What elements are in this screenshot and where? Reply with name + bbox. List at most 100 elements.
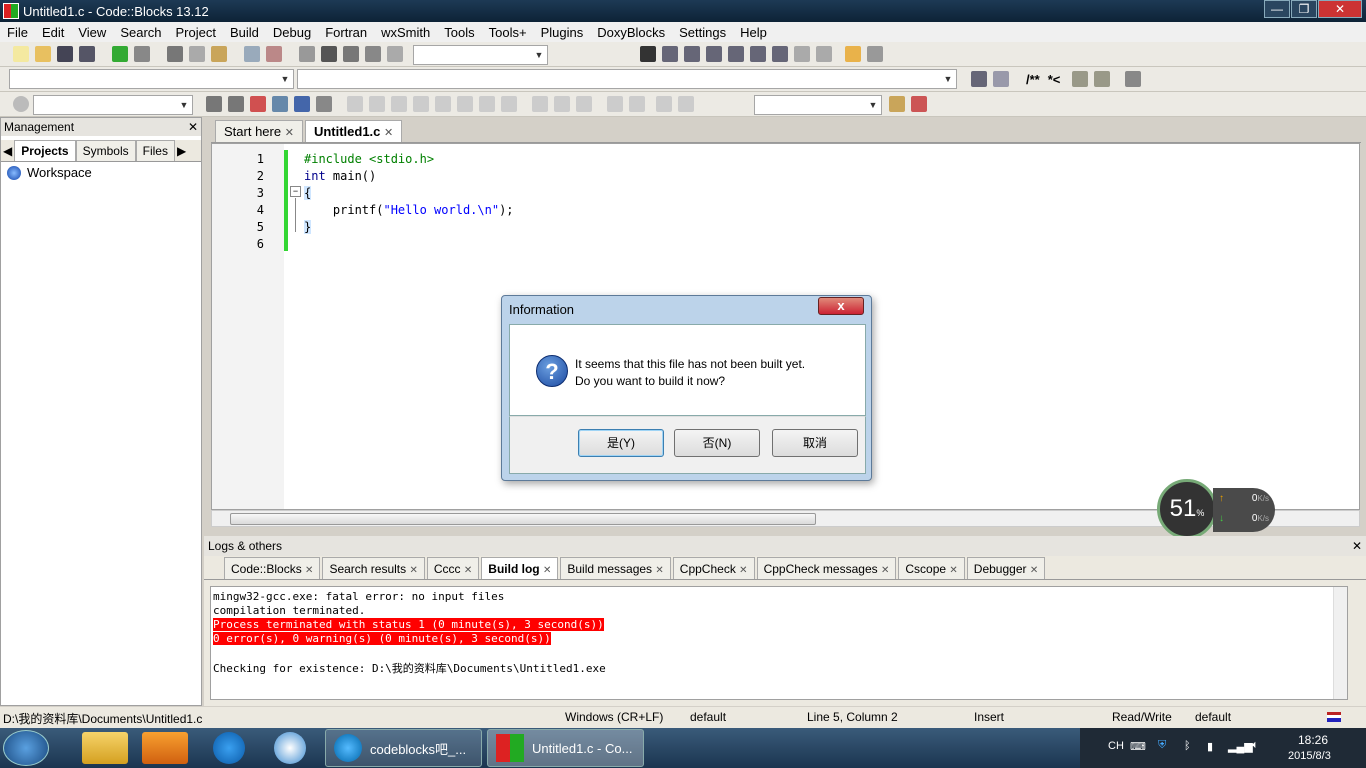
symbol-s-icon[interactable] bbox=[656, 96, 672, 112]
volume-icon[interactable]: 🔈︎ bbox=[1252, 739, 1259, 752]
tab-untitled1[interactable]: Untitled1.c ✕ bbox=[304, 120, 403, 142]
scrollbar-thumb[interactable] bbox=[230, 513, 816, 525]
close-management-icon[interactable]: ✕ bbox=[188, 120, 198, 134]
input-language[interactable]: CH bbox=[1108, 740, 1124, 752]
save-icon[interactable] bbox=[57, 46, 73, 62]
tab-projects[interactable]: Projects bbox=[14, 140, 76, 161]
menu-build[interactable]: Build bbox=[223, 25, 266, 40]
wifi-app-icon[interactable] bbox=[213, 732, 245, 764]
doxy-block-comment-button[interactable]: /** bbox=[1026, 72, 1040, 87]
menu-wxsmith[interactable]: wxSmith bbox=[374, 25, 437, 40]
config-wrench-icon[interactable] bbox=[1125, 71, 1142, 87]
minimize-button[interactable]: — bbox=[1264, 0, 1290, 18]
next-instruction-icon[interactable] bbox=[750, 46, 766, 62]
regex-icon[interactable] bbox=[316, 96, 332, 112]
taskbar-window-codeblocks-ba[interactable]: codeblocks吧_... bbox=[325, 729, 482, 767]
debug-info-icon[interactable] bbox=[867, 46, 883, 62]
menu-debug[interactable]: Debug bbox=[266, 25, 318, 40]
save-all-icon[interactable] bbox=[79, 46, 95, 62]
incremental-search-input[interactable]: ▼ bbox=[33, 95, 193, 115]
signal-icon[interactable]: ▂▄▆ bbox=[1228, 740, 1253, 753]
wx-window-icon[interactable] bbox=[532, 96, 548, 112]
start-button[interactable] bbox=[3, 730, 49, 766]
menu-view[interactable]: View bbox=[71, 25, 113, 40]
doxy-line-comment-button[interactable]: *< bbox=[1048, 72, 1061, 87]
tab-symbols[interactable]: Symbols bbox=[75, 140, 136, 161]
menu-fortran[interactable]: Fortran bbox=[318, 25, 374, 40]
wx-panel-icon[interactable] bbox=[413, 96, 429, 112]
cut-icon[interactable] bbox=[167, 46, 183, 62]
tab-cscope[interactable]: Cscope ✕ bbox=[898, 557, 965, 579]
abort-icon[interactable] bbox=[387, 46, 403, 62]
undo-icon[interactable] bbox=[112, 46, 128, 62]
replace-icon[interactable] bbox=[266, 46, 282, 62]
search-symbol-icon[interactable] bbox=[889, 96, 905, 112]
build-target-select[interactable]: ▼ bbox=[413, 45, 548, 65]
keyboard-icon[interactable]: ⌨ bbox=[1130, 740, 1146, 753]
pause-icon[interactable] bbox=[794, 46, 810, 62]
copy-icon[interactable] bbox=[189, 46, 205, 62]
wx-sizer-icon[interactable] bbox=[435, 96, 451, 112]
tab-codeblocks-log[interactable]: Code::Blocks ✕ bbox=[224, 557, 321, 579]
fold-toggle-icon[interactable]: − bbox=[290, 186, 301, 197]
build-and-run-icon[interactable] bbox=[343, 46, 359, 62]
wx-grid-icon[interactable] bbox=[479, 96, 495, 112]
dialog-close-button[interactable]: x bbox=[818, 297, 864, 315]
menu-file[interactable]: File bbox=[0, 25, 35, 40]
debug-run-icon[interactable] bbox=[640, 46, 656, 62]
step-into-icon[interactable] bbox=[706, 46, 722, 62]
workspace-node[interactable]: Workspace bbox=[1, 162, 201, 183]
symbol-c-icon[interactable] bbox=[678, 96, 694, 112]
close-logs-icon[interactable]: ✕ bbox=[1352, 539, 1362, 553]
clear-search-icon[interactable] bbox=[13, 96, 29, 112]
symbol-search-select[interactable]: ▼ bbox=[754, 95, 882, 115]
zoom-in-icon[interactable] bbox=[607, 96, 623, 112]
match-case-icon[interactable] bbox=[294, 96, 310, 112]
wx-dialog-icon[interactable] bbox=[391, 96, 407, 112]
no-button[interactable]: 否(N) bbox=[674, 429, 760, 457]
tab-files[interactable]: Files bbox=[135, 140, 175, 161]
extract-docs-icon[interactable] bbox=[993, 71, 1009, 87]
clock-time[interactable]: 18:26 bbox=[1298, 733, 1328, 747]
wx-box-icon[interactable] bbox=[457, 96, 473, 112]
build-log-output[interactable]: mingw32-gcc.exe: fatal error: no input f… bbox=[210, 586, 1348, 700]
find-next-icon[interactable] bbox=[228, 96, 244, 112]
scope-select[interactable]: ▼ bbox=[9, 69, 294, 89]
menu-doxyblocks[interactable]: DoxyBlocks bbox=[590, 25, 672, 40]
menu-help[interactable]: Help bbox=[733, 25, 774, 40]
paste-icon[interactable] bbox=[211, 46, 227, 62]
shield-icon[interactable]: ⛨ bbox=[1158, 739, 1166, 752]
tab-cccc[interactable]: Cccc ✕ bbox=[426, 557, 480, 579]
tab-build-messages[interactable]: Build messages ✕ bbox=[560, 557, 671, 579]
zoom-out-icon[interactable] bbox=[629, 96, 645, 112]
menu-search[interactable]: Search bbox=[113, 25, 168, 40]
yes-button[interactable]: 是(Y) bbox=[578, 429, 664, 457]
log-vertical-scrollbar[interactable] bbox=[1333, 587, 1347, 699]
run-html-icon[interactable] bbox=[1072, 71, 1089, 87]
run-to-cursor-icon[interactable] bbox=[662, 46, 678, 62]
tab-scroll-right-icon[interactable]: ▶ bbox=[175, 141, 188, 161]
wx-frame-icon[interactable] bbox=[369, 96, 385, 112]
browser-app-icon[interactable] bbox=[274, 732, 306, 764]
function-select[interactable]: ▼ bbox=[297, 69, 957, 89]
doxywizard-icon[interactable] bbox=[971, 71, 987, 87]
close-window-button[interactable]: ✕ bbox=[1318, 0, 1362, 18]
tab-scroll-left-icon[interactable]: ◀ bbox=[1, 141, 14, 161]
rebuild-icon[interactable] bbox=[365, 46, 381, 62]
battery-icon[interactable]: ▮ bbox=[1207, 740, 1213, 753]
menu-settings[interactable]: Settings bbox=[672, 25, 733, 40]
settings-symbol-icon[interactable] bbox=[911, 96, 927, 112]
explorer-icon[interactable] bbox=[82, 732, 128, 764]
find-icon[interactable] bbox=[244, 46, 260, 62]
new-file-icon[interactable] bbox=[13, 46, 29, 62]
run-chm-icon[interactable] bbox=[1094, 71, 1111, 87]
menu-plugins[interactable]: Plugins bbox=[534, 25, 591, 40]
wx-button-icon[interactable] bbox=[554, 96, 570, 112]
highlight-icon[interactable] bbox=[250, 96, 266, 112]
tab-build-log[interactable]: Build log ✕ bbox=[481, 557, 559, 579]
menu-tools[interactable]: Tools bbox=[437, 25, 481, 40]
step-instruction-icon[interactable] bbox=[772, 46, 788, 62]
tab-start-here[interactable]: Start here ✕ bbox=[215, 120, 303, 142]
bluetooth-icon[interactable]: ᛒ bbox=[1184, 740, 1191, 752]
selected-text-icon[interactable] bbox=[272, 96, 288, 112]
